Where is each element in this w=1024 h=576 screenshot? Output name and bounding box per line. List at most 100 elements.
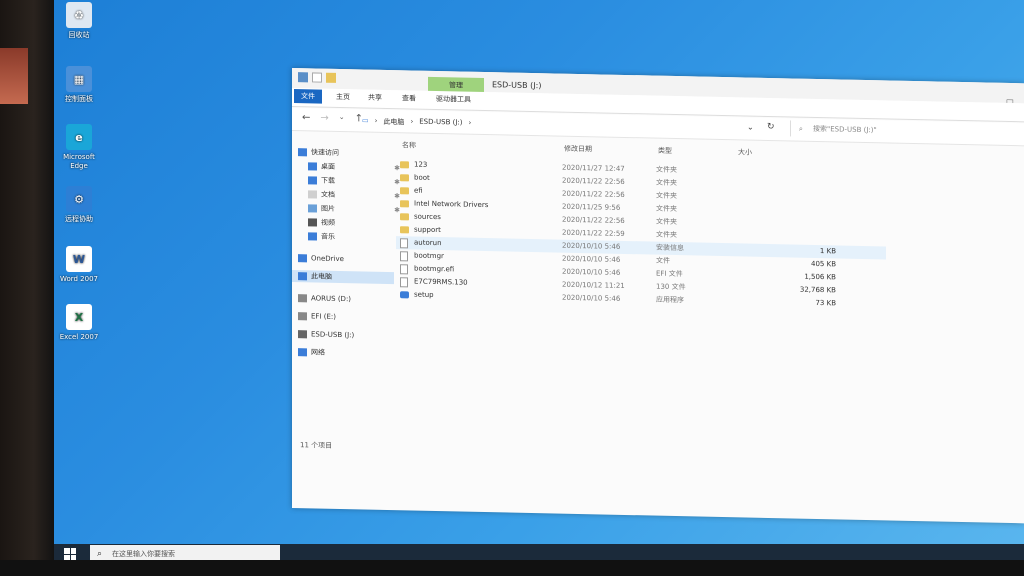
file-type: 文件夹 — [656, 230, 677, 240]
nav-item-label: 网络 — [311, 348, 325, 357]
tab-home[interactable]: 主页 — [336, 92, 350, 102]
chevron-down-icon[interactable]: ⌄ — [747, 123, 754, 132]
file-size: 1,506 KB — [804, 272, 836, 282]
file-name: setup — [414, 290, 434, 299]
file-type: 文件夹 — [656, 165, 677, 175]
breadcrumb-item[interactable]: ESD-USB (J:) — [419, 118, 462, 129]
tab-file[interactable]: 文件 — [294, 89, 322, 104]
tab-view[interactable]: 查看 — [402, 93, 416, 103]
file-type: 文件夹 — [656, 191, 677, 201]
nav-item[interactable]: 音乐 — [292, 230, 404, 244]
tab-share[interactable]: 共享 — [368, 93, 382, 103]
file-name: bootmgr — [414, 251, 444, 261]
nav-item[interactable]: OneDrive — [292, 252, 394, 266]
shortcut-label: 控制面板 — [65, 95, 93, 103]
file-type: 文件夹 — [656, 217, 677, 227]
file-date: 2020/10/12 11:21 — [562, 280, 625, 290]
taskbar-search-placeholder: 在这里输入你要搜索 — [112, 550, 175, 558]
file-date: 2020/11/22 22:56 — [562, 189, 625, 199]
file-icon — [400, 277, 408, 288]
background-object — [0, 48, 28, 104]
shortcut-label: 远程协助 — [65, 215, 93, 223]
column-header-size[interactable]: 大小 — [738, 147, 752, 157]
new-folder-icon[interactable] — [326, 72, 336, 83]
monitor-bezel-bottom — [0, 560, 1024, 576]
nav-item[interactable]: EFI (E:) — [292, 310, 394, 324]
nav-item[interactable]: 文档 ✱ — [292, 188, 404, 202]
file-date: 2020/11/25 9:56 — [562, 202, 621, 212]
nav-item[interactable]: 视频 — [292, 216, 404, 230]
picture-icon — [308, 204, 317, 213]
shortcut-icon: W — [66, 246, 92, 272]
column-header-name[interactable]: 名称 — [402, 140, 416, 150]
desktop-shortcut[interactable]: W Word 2007 — [54, 246, 104, 284]
video-icon — [308, 218, 317, 227]
shortcut-icon: ♻ — [66, 2, 92, 28]
status-bar: 11 个项目 — [300, 441, 333, 450]
file-size: 1 KB — [819, 247, 836, 256]
file-size: 73 KB — [815, 298, 836, 308]
folder-search-input[interactable]: ⌕ 搜索"ESD-USB (J:)" — [790, 120, 1020, 142]
nav-item-label: AORUS (D:) — [311, 294, 352, 304]
nav-item[interactable]: AORUS (D:) — [292, 292, 394, 306]
shortcut-label: 回收站 — [68, 31, 90, 39]
shortcut-label: Excel 2007 — [59, 333, 99, 341]
usb-drive-icon — [298, 330, 307, 339]
folder-icon — [400, 174, 409, 182]
nav-item[interactable]: 快速访问 — [292, 146, 394, 160]
file-icon — [400, 238, 408, 249]
start-button[interactable] — [64, 548, 76, 560]
desktop-shortcut[interactable]: ▦ 控制面板 — [54, 66, 104, 104]
file-date: 2020/10/10 5:46 — [562, 241, 621, 251]
tab-drive-tools[interactable]: 驱动器工具 — [436, 94, 471, 105]
file-date: 2020/10/10 5:46 — [562, 267, 621, 277]
file-size: 32,768 KB — [799, 285, 836, 295]
refresh-icon[interactable]: ↻ — [767, 122, 775, 132]
file-name: E7C79RMS.130 — [414, 277, 468, 287]
desktop-shortcut[interactable]: ♻ 回收站 — [54, 2, 104, 40]
forward-icon[interactable]: → — [320, 113, 328, 124]
nav-item[interactable]: 网络 — [292, 346, 394, 360]
desktop-shortcut[interactable]: ⚙ 远程协助 — [54, 186, 104, 224]
nav-item-label: OneDrive — [311, 254, 344, 264]
folder-search-placeholder: 搜索"ESD-USB (J:)" — [813, 124, 877, 135]
back-icon[interactable]: ← — [302, 112, 310, 123]
file-date: 2020/10/10 5:46 — [562, 293, 621, 303]
shortcut-icon: ▦ — [66, 66, 92, 92]
shortcut-icon: e — [66, 124, 92, 150]
nav-item[interactable]: 此电脑 — [292, 270, 394, 285]
nav-item-label: 文档 — [321, 190, 335, 199]
file-size — [776, 179, 836, 180]
properties-icon[interactable] — [312, 72, 322, 83]
file-type: 文件夹 — [656, 204, 677, 214]
nav-item[interactable]: 下载 ✱ — [292, 174, 404, 188]
shortcut-label: Microsoft Edge — [63, 153, 95, 170]
file-name: support — [414, 225, 441, 235]
dropdown-icon[interactable]: ⌄ — [339, 113, 345, 124]
file-name: efi — [414, 186, 423, 195]
nav-item[interactable]: ESD-USB (J:) — [292, 328, 394, 342]
nav-item-label: 视频 — [321, 218, 335, 227]
file-name: 123 — [414, 160, 428, 169]
nav-item[interactable]: 桌面 ✱ — [292, 160, 404, 174]
column-header-date[interactable]: 修改日期 — [564, 144, 592, 155]
file-date: 2020/11/22 22:59 — [562, 228, 625, 238]
file-size — [776, 205, 836, 206]
drive-icon — [298, 294, 307, 303]
breadcrumb[interactable]: ▭ › 此电脑 › ESD-USB (J:) › — [362, 116, 471, 128]
file-type: 安装信息 — [656, 243, 684, 253]
desktop-shortcut[interactable]: X Excel 2007 — [54, 304, 104, 342]
desktop-shortcut[interactable]: e Microsoft Edge — [54, 124, 104, 171]
nav-item[interactable]: 图片 ✱ — [292, 202, 404, 216]
quick-access-toolbar — [298, 72, 336, 83]
file-date: 2020/11/22 22:56 — [562, 215, 625, 225]
shortcut-label: Word 2007 — [59, 275, 99, 283]
file-date: 2020/11/22 22:56 — [562, 176, 625, 186]
column-header-type[interactable]: 类型 — [658, 146, 672, 156]
breadcrumb-item[interactable]: 此电脑 — [383, 117, 404, 127]
window-title: ESD-USB (J:) — [492, 80, 542, 91]
drive-icon[interactable] — [298, 72, 308, 83]
nav-item-label: 下载 — [321, 176, 335, 185]
folder-icon — [400, 200, 409, 208]
folder-icon — [400, 213, 409, 221]
